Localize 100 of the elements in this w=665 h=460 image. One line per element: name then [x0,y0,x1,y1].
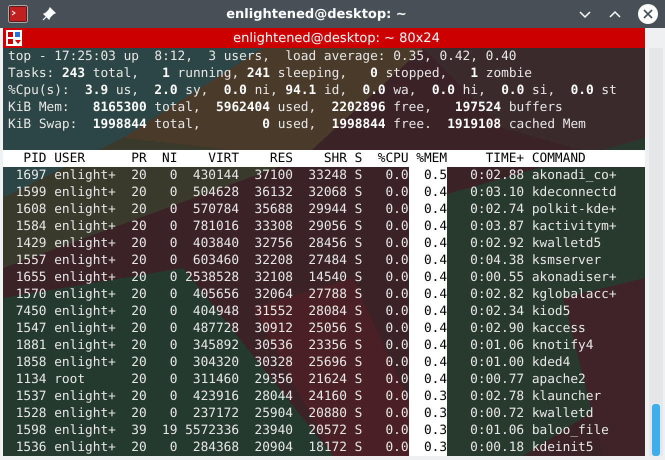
table-cell-text: kdeinit5 [530,439,594,456]
table-cell-text: 0 [168,218,178,235]
table-cell-text: 423916 [192,388,240,405]
table-cell-text: S [354,218,362,235]
table-cell-text: 0:02.74 [469,201,524,218]
table-cell-text: 0.0 [384,235,409,252]
table-cell-text: enlight+ [53,320,116,337]
table-cell-text: 32208 [253,252,294,269]
table-cell-text: akonadiser+ [530,269,617,286]
table-cell-text: 1655 [14,269,47,286]
table-cell-text: 0.0 [384,422,409,439]
table-cell-text: 0 [168,269,178,286]
table-cell-text: S [354,167,362,184]
table-cell-text: root [53,371,86,388]
table-cell-text: 1608 [14,201,47,218]
table-cell-text: 0.0 [384,269,409,286]
table-cell-text: 603460 [192,252,240,269]
table-cell-text: 33248 [307,167,347,184]
table-cell-text: 0:01.06 [469,422,524,439]
table-cell-text: 0 [168,184,178,201]
table-cell-text: 0 [168,286,178,303]
column-header: PR [130,150,147,167]
table-cell-text: 25696 [307,354,347,371]
table-cell: 0.4 [408,218,448,235]
table-cell-text: 1881 [14,337,47,354]
table-cell-text: 32756 [253,235,294,252]
table-cell-text: 19 [161,422,178,439]
table-cell-text: 37100 [253,167,294,184]
table-cell-text: 0:00.72 [469,405,524,422]
table-cell-text: 1697 [14,167,47,184]
table-cell-text: 14540 [307,269,347,286]
table-cell-text: 0 [168,371,178,388]
table-cell-text: kiod5 [530,303,570,320]
table-cell-text: 1536 [14,439,47,456]
table-cell-text: 304320 [192,354,240,371]
table-cell-text: S [354,337,362,354]
table-cell-text: enlight+ [53,167,116,184]
table-cell-text: 0:03.87 [469,218,524,235]
column-header: PID [22,150,47,167]
table-cell-text: klauncher [530,388,602,405]
table-cell-text: 0.0 [384,252,409,269]
table-cell-text: 28456 [307,235,347,252]
table-cell-text: 27788 [307,286,347,303]
table-cell-text: 0.0 [384,286,409,303]
table-cell-text: 1134 [14,371,47,388]
column-header: VIRT [207,150,240,167]
table-cell-text: 20 [130,201,147,218]
table-cell: 0.4 [408,303,448,320]
table-cell-text: 0.0 [384,201,409,218]
table-cell-text: S [354,388,362,405]
column-header: S [354,150,362,167]
table-cell-text: 1528 [14,405,47,422]
column-header: COMMAND [530,150,586,167]
table-cell-text: 0:01.06 [469,337,524,354]
table-cell-text: S [354,269,362,286]
tab-title[interactable]: enlightened@desktop: ~ 80x24 [28,30,645,46]
table-cell-text: 0.0 [384,303,409,320]
table-cell-text: ksmserver [530,252,602,269]
table-cell: 0.5 [408,167,448,184]
table-cell-text: 20 [130,167,147,184]
table-cell-text: S [354,354,362,371]
table-cell-text: 28084 [307,303,347,320]
table-cell-text: 2538528 [184,269,240,286]
table-cell: 0.4 [408,235,448,252]
table-cell: 0.4 [408,269,448,286]
summary-line: top - 17:25:03 up 8:12, 3 users, load average: 0.35, 0.42, 0.40 [7,48,518,65]
table-cell-text: enlight+ [53,269,116,286]
table-cell-text: 5572336 [184,422,240,439]
table-cell-text: 27484 [307,252,347,269]
table-cell-text: 23940 [253,422,294,439]
table-cell: 0.4 [408,337,448,354]
table-cell-text: 0.0 [384,405,409,422]
table-cell-text: kaccess [530,320,586,337]
table-cell-text: 0:04.38 [469,252,524,269]
table-cell-text: 20 [130,405,147,422]
table-cell-text: 29356 [253,371,294,388]
table-cell-text: 29056 [307,218,347,235]
table-cell-text: 20904 [253,439,294,456]
table-cell-text: 20 [130,303,147,320]
table-cell-text: 0:01.00 [469,354,524,371]
table-cell-text: 284368 [192,439,240,456]
column-header: NI [161,150,178,167]
table-cell-text: 0.0 [384,320,409,337]
table-cell-text: 1557 [14,252,47,269]
column-header: %MEM [415,150,448,167]
table-cell-text: S [354,252,362,269]
table-cell-text: 20 [130,354,147,371]
table-cell-text: 404948 [192,303,240,320]
table-cell-text: 20 [130,269,147,286]
table-cell: 0.4 [408,201,448,218]
table-cell-text: 20572 [307,422,347,439]
table-cell-text: 7450 [14,303,47,320]
table-cell-text: 504628 [192,184,240,201]
table-cell-text: 33308 [253,218,294,235]
table-cell: 0.3 [408,405,448,422]
table-cell-text: knotify4 [530,337,594,354]
table-cell-text: 0 [168,337,178,354]
summary-line: KiB Mem: 8165300 total, 5962404 used, 2202896 free, 197524 buffers [7,99,564,116]
table-cell-text: 0:00.55 [469,269,524,286]
table-cell-text: kactivitym+ [530,218,617,235]
